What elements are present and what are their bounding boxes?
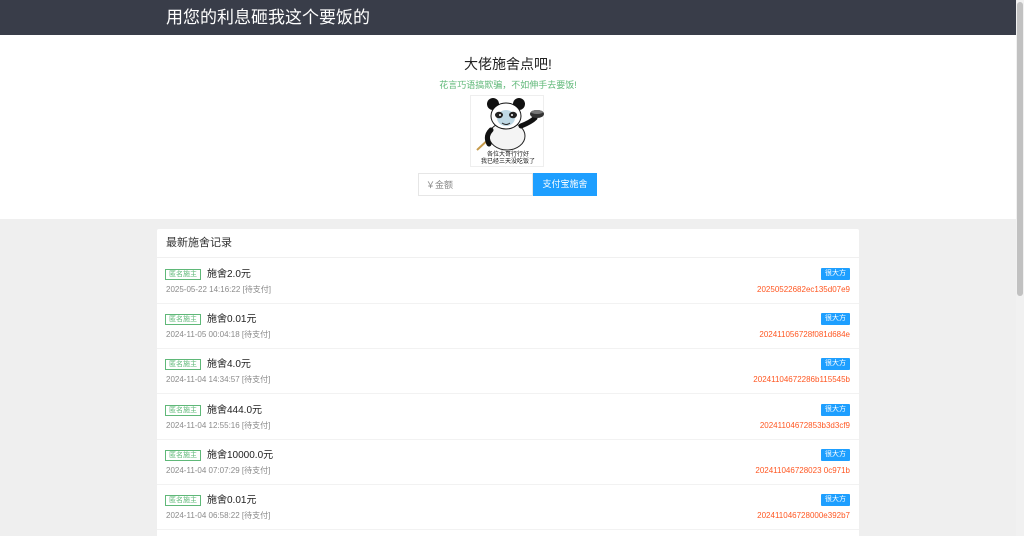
anonymous-badge: 匿名施主 — [165, 359, 201, 370]
donation-subtitle: 花言巧语搞欺骗，不如伸手去要饭! — [439, 80, 577, 90]
record-time-status: 2024-11-04 07:07:29 [待支付] — [166, 466, 271, 475]
anonymous-badge: 匿名施主 — [165, 450, 201, 461]
record-order-id: 202411046728023 0c971b — [755, 466, 850, 475]
generous-tag: 很大方 — [821, 358, 850, 370]
image-caption-line1: 各位大哥行行好 — [486, 152, 529, 158]
record-row: 匿名施主 施舍2.0元 2025-05-22 14:16:22 [待支付] 很大… — [157, 259, 859, 304]
record-row: 匿名施主 施舍0.01元 2024-11-05 00:04:18 [待支付] 很… — [157, 304, 859, 349]
record-amount: 施舍0.01元 — [207, 495, 257, 506]
image-caption-line2: 我已经三天没吃饭了 — [480, 159, 535, 165]
record-row: 匿名施主 施舍4.0元 2024-11-04 14:34:57 [待支付] 很大… — [157, 349, 859, 394]
anonymous-badge: 匿名施主 — [165, 405, 201, 416]
scrollbar-thumb[interactable] — [1017, 2, 1023, 296]
donation-records-card: 最新施舍记录 匿名施主 施舍2.0元 2025-05-22 14:16:22 [… — [157, 229, 859, 536]
anonymous-badge: 匿名施主 — [165, 495, 201, 506]
record-order-id: 20241104672286b115545b — [753, 375, 850, 384]
panda-beggar-image: 各位大哥行行好 我已经三天没吃饭了 — [470, 95, 544, 167]
record-order-id: 202411056728f081d684e — [759, 330, 850, 339]
panda-meme-icon — [476, 98, 544, 151]
record-amount: 施舍4.0元 — [207, 359, 251, 370]
alipay-donate-button[interactable]: 支付宝施舍 — [533, 173, 597, 196]
generous-tag: 很大方 — [821, 268, 850, 280]
generous-tag: 很大方 — [821, 404, 850, 416]
page-scrollbar[interactable] — [1016, 0, 1024, 536]
anonymous-badge: 匿名施主 — [165, 314, 201, 325]
record-order-id: 20241104672853b3d3cf9 — [759, 421, 850, 430]
generous-tag: 很大方 — [821, 494, 850, 506]
record-time-status: 2024-11-04 12:55:16 [待支付] — [166, 421, 271, 430]
generous-tag: 很大方 — [821, 449, 850, 461]
record-time-status: 2024-11-04 14:34:57 [待支付] — [166, 375, 271, 384]
record-order-id: 20250522682ec135d07e9 — [757, 285, 850, 294]
record-order-id: 202411046728000e392b7 — [757, 511, 850, 520]
record-time-status: 2025-05-22 14:16:22 [待支付] — [166, 285, 271, 294]
record-time-status: 2024-11-05 00:04:18 [待支付] — [166, 330, 271, 339]
record-amount: 施舍2.0元 — [207, 269, 251, 280]
donation-panel: 大佬施舍点吧! 花言巧语搞欺骗，不如伸手去要饭! 各位大哥行行好 我已经三天没吃… — [0, 35, 1016, 219]
top-header: 用您的利息砸我这个要饭的 — [0, 0, 1016, 35]
record-row: 匿名施主 施舍0.01元 2024-11-04 06:58:22 [待支付] 很… — [157, 485, 859, 530]
records-heading: 最新施舍记录 — [157, 229, 859, 258]
record-time-status: 2024-11-04 06:58:22 [待支付] — [166, 511, 271, 520]
record-amount: 施舍10000.0元 — [207, 450, 274, 461]
amount-input[interactable] — [418, 173, 533, 196]
donation-title: 大佬施舍点吧! — [464, 56, 552, 72]
generous-tag: 很大方 — [821, 313, 850, 325]
page-title: 用您的利息砸我这个要饭的 — [166, 8, 370, 27]
record-row: 匿名施主 施舍10000.0元 2024-11-04 07:07:29 [待支付… — [157, 440, 859, 485]
record-amount: 施舍444.0元 — [207, 405, 263, 416]
record-amount: 施舍0.01元 — [207, 314, 257, 325]
record-row: 匿名施主 施舍444.0元 2024-11-04 12:55:16 [待支付] … — [157, 395, 859, 440]
anonymous-badge: 匿名施主 — [165, 269, 201, 280]
